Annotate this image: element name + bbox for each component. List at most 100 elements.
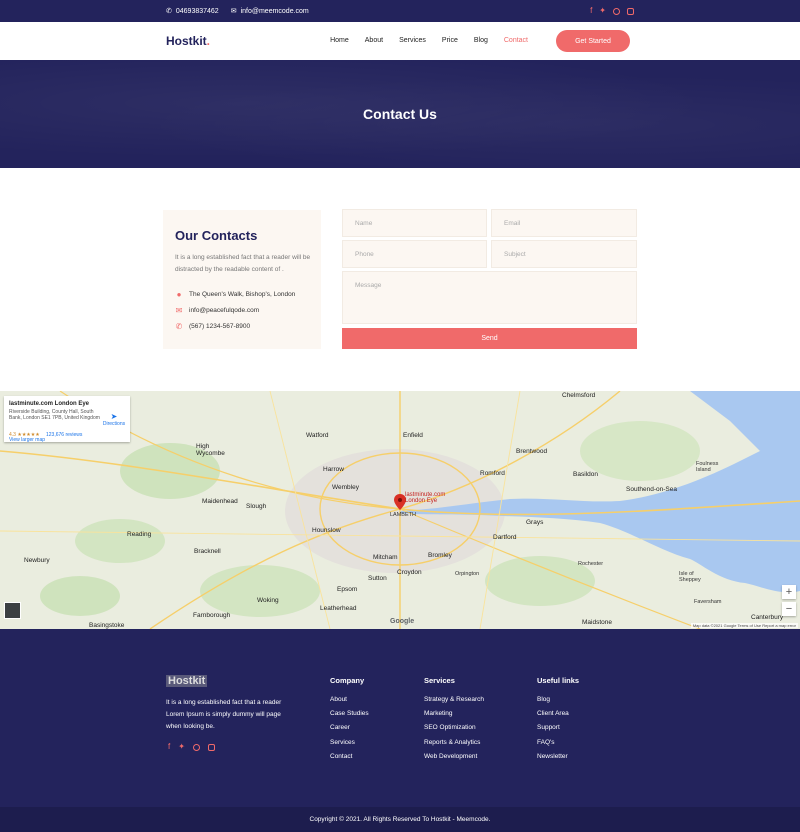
map-city-label: Sutton bbox=[368, 575, 387, 582]
footer-company-column: Company About Case Studies Career Servic… bbox=[330, 676, 369, 767]
phone-input[interactable]: Phone bbox=[342, 240, 487, 268]
page-title: Contact Us bbox=[363, 106, 437, 122]
map-city-label: Leatherhead bbox=[320, 605, 357, 612]
embedded-map[interactable]: Chelmsford Watford Enfield Brentwood Har… bbox=[0, 391, 800, 629]
footer-link-seo[interactable]: SEO Optimization bbox=[424, 724, 484, 738]
phone-icon: ✆ bbox=[175, 322, 183, 331]
footer-column-title: Useful links bbox=[537, 676, 580, 685]
map-city-label: Faversham bbox=[694, 599, 722, 605]
nav-contact[interactable]: Contact bbox=[504, 37, 528, 44]
street-view-pegman-icon[interactable] bbox=[4, 602, 21, 619]
main-nav: Home About Services Price Blog Contact bbox=[330, 37, 528, 44]
map-city-label: Maidenhead bbox=[202, 498, 238, 505]
footer-link-faqs[interactable]: FAQ's bbox=[537, 739, 579, 753]
get-started-button[interactable]: Get Started bbox=[556, 30, 630, 52]
map-city-label: Foulness Island bbox=[696, 461, 719, 473]
footer-socials: f ✦ bbox=[168, 743, 215, 751]
twitter-icon[interactable]: ✦ bbox=[178, 743, 185, 751]
contact-address: ● The Queen's Walk, Bishop's, London bbox=[176, 290, 296, 299]
facebook-icon[interactable]: f bbox=[590, 7, 592, 15]
footer-link-about[interactable]: About bbox=[330, 696, 369, 710]
contact-email[interactable]: ✉ info@peacefulqode.com bbox=[175, 306, 260, 315]
footer-link-client-area[interactable]: Client Area bbox=[537, 710, 579, 724]
map-city-label: Mitcham bbox=[373, 554, 398, 561]
pinterest-icon[interactable] bbox=[192, 743, 200, 751]
map-city-label: Rochester bbox=[578, 561, 604, 567]
directions-button[interactable]: ➤ Directions bbox=[102, 412, 126, 427]
view-larger-map-link[interactable]: View larger map bbox=[9, 437, 45, 443]
map-city-label: Isle of Sheppey bbox=[679, 571, 701, 583]
footer-link-contact[interactable]: Contact bbox=[330, 753, 369, 767]
map-pin-label[interactable]: lastminute.com London Eye bbox=[405, 492, 445, 504]
nav-about[interactable]: About bbox=[365, 37, 383, 44]
top-bar: ✆ 04693837462 ✉ info@meemcode.com f ✦ bbox=[0, 0, 800, 22]
topbar-phone[interactable]: ✆ 04693837462 bbox=[166, 7, 219, 16]
footer-link-case-studies[interactable]: Case Studies bbox=[330, 710, 369, 724]
footer-link-blog[interactable]: Blog bbox=[537, 696, 579, 710]
subject-input[interactable]: Subject bbox=[491, 240, 637, 268]
map-attribution[interactable]: Map data ©2021 Google Terms of Use Repor… bbox=[690, 623, 798, 628]
directions-icon: ➤ bbox=[110, 412, 118, 421]
twitter-icon[interactable]: ✦ bbox=[599, 7, 606, 15]
map-city-label: Basildon bbox=[573, 471, 598, 478]
nav-price[interactable]: Price bbox=[442, 37, 458, 44]
footer-logo[interactable]: Hostkit bbox=[166, 675, 208, 687]
footer-column-title: Company bbox=[330, 676, 365, 685]
site-footer: Hostkit It is a long established fact th… bbox=[0, 629, 800, 807]
footer-link-career[interactable]: Career bbox=[330, 724, 369, 738]
zoom-in-button[interactable]: + bbox=[782, 585, 796, 599]
email-input[interactable]: Email bbox=[491, 209, 637, 237]
footer-link-web-dev[interactable]: Web Development bbox=[424, 753, 484, 767]
map-city-label: LAMBETH bbox=[390, 512, 416, 518]
page-banner: Contact Us bbox=[0, 60, 800, 168]
mail-icon: ✉ bbox=[175, 306, 183, 315]
map-city-label: Farnborough bbox=[193, 612, 231, 619]
logo[interactable]: Hostkit. bbox=[166, 34, 210, 48]
instagram-icon[interactable] bbox=[207, 743, 215, 751]
pinterest-icon[interactable] bbox=[613, 7, 620, 15]
map-city-label: Southend-on-Sea bbox=[626, 486, 677, 493]
footer-link-strategy[interactable]: Strategy & Research bbox=[424, 696, 484, 710]
map-city-label: Romford bbox=[480, 470, 505, 477]
map-city-label: Dartford bbox=[493, 534, 517, 541]
nav-blog[interactable]: Blog bbox=[474, 37, 488, 44]
map-city-label: Chelmsford bbox=[562, 392, 596, 399]
footer-link-reports[interactable]: Reports & Analytics bbox=[424, 739, 484, 753]
nav-home[interactable]: Home bbox=[330, 37, 349, 44]
contacts-title: Our Contacts bbox=[175, 228, 258, 243]
google-logo: Google bbox=[390, 618, 415, 625]
mail-icon: ✉ bbox=[230, 8, 237, 15]
contacts-card: Our Contacts It is a long established fa… bbox=[163, 210, 321, 349]
place-card: lastminute.com London Eye Riverside Buil… bbox=[4, 396, 130, 442]
location-pin-icon: ● bbox=[176, 290, 182, 299]
zoom-out-button[interactable]: − bbox=[782, 602, 796, 616]
map-city-label: Woking bbox=[257, 597, 279, 604]
send-button[interactable]: Send bbox=[342, 328, 637, 349]
map-city-label: Reading bbox=[127, 531, 152, 538]
facebook-icon[interactable]: f bbox=[168, 743, 170, 751]
map-city-label: High Wycombe bbox=[196, 443, 225, 457]
footer-link-marketing[interactable]: Marketing bbox=[424, 710, 484, 724]
contact-phone[interactable]: ✆ (567) 1234-567-8900 bbox=[175, 322, 250, 331]
footer-link-services[interactable]: Services bbox=[330, 739, 369, 753]
map-city-label: Wembley bbox=[332, 484, 359, 491]
contacts-description: It is a long established fact that a rea… bbox=[175, 254, 311, 273]
nav-services[interactable]: Services bbox=[399, 37, 426, 44]
footer-useful-column: Useful links Blog Client Area Support FA… bbox=[537, 676, 579, 767]
instagram-icon[interactable] bbox=[627, 7, 634, 15]
map-city-label: Watford bbox=[306, 432, 329, 439]
phone-icon: ✆ bbox=[166, 8, 172, 15]
copyright-bar: Copyright © 2021. All Rights Reserved To… bbox=[0, 807, 800, 832]
footer-description: It is a long established fact that a rea… bbox=[166, 699, 282, 730]
topbar-email[interactable]: ✉ info@meemcode.com bbox=[230, 7, 309, 16]
map-city-label: Newbury bbox=[24, 557, 50, 564]
map-city-label: Epsom bbox=[337, 586, 358, 593]
message-textarea[interactable]: Message bbox=[342, 271, 637, 324]
map-city-label: Croydon bbox=[397, 569, 422, 576]
footer-link-support[interactable]: Support bbox=[537, 724, 579, 738]
place-address: Riverside Building, County Hall, South B… bbox=[9, 409, 100, 421]
place-reviews-link[interactable]: 123,676 reviews bbox=[46, 432, 82, 438]
name-input[interactable]: Name bbox=[342, 209, 487, 237]
map-city-label: Grays bbox=[526, 519, 544, 526]
footer-link-newsletter[interactable]: Newsletter bbox=[537, 753, 579, 767]
